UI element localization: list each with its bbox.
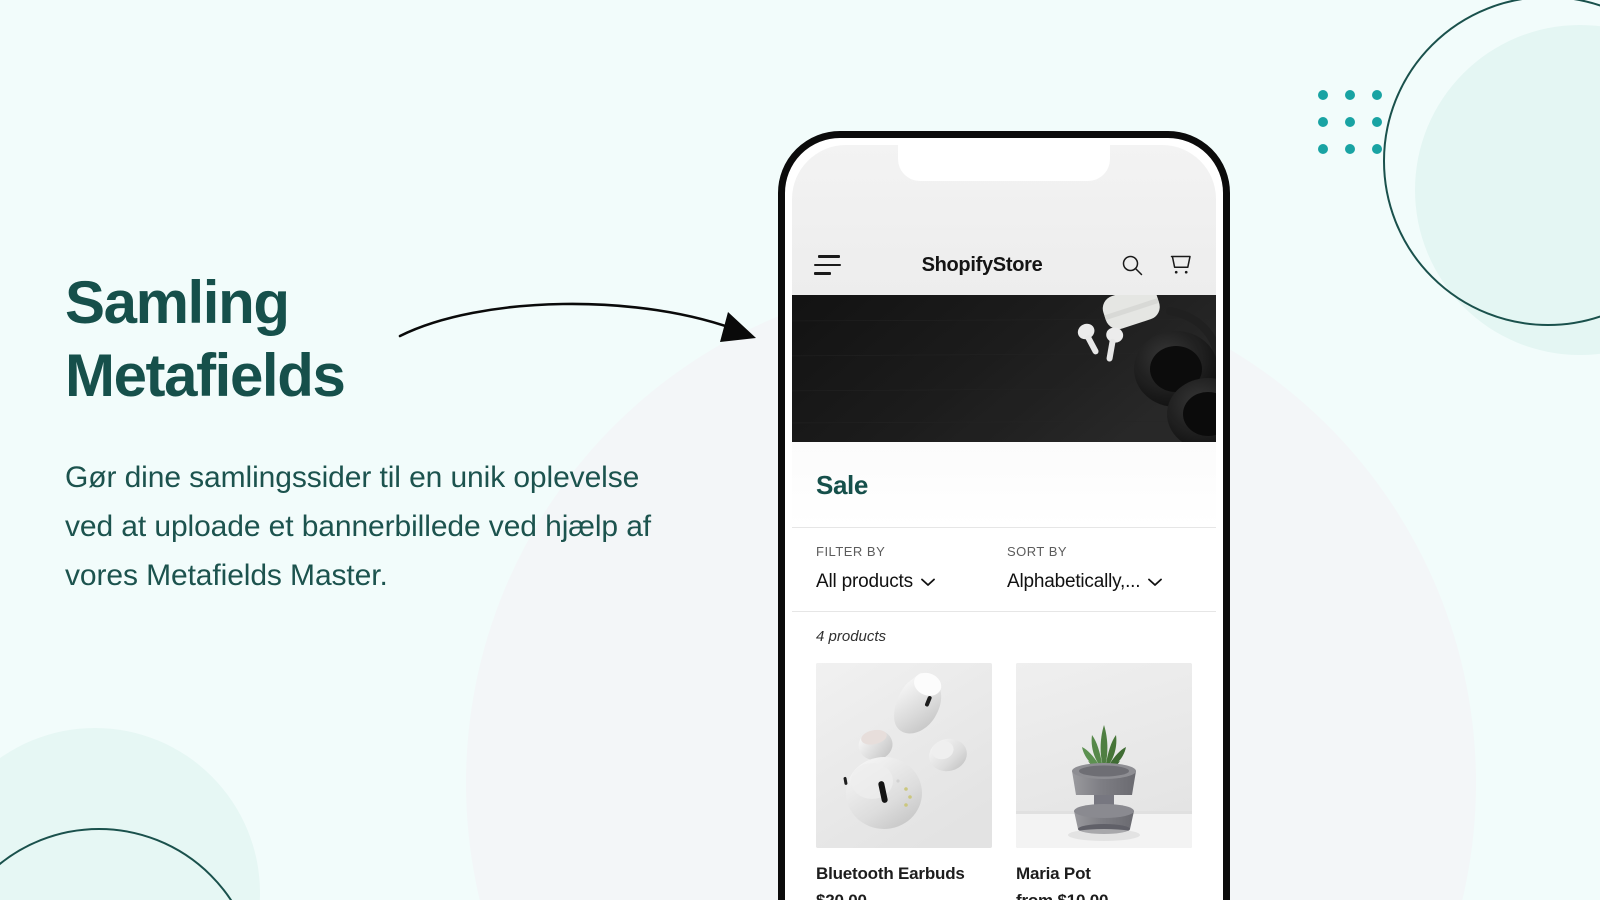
- filter-by-label: FILTER BY: [816, 544, 886, 559]
- page-title: Samling Metafields: [65, 266, 685, 412]
- phone-notch: [898, 145, 1110, 181]
- product-card[interactable]: Bluetooth Earbuds $20.00: [816, 663, 992, 900]
- maria-pot-photo: [1016, 663, 1192, 848]
- filter-by-value: All products: [816, 571, 913, 592]
- product-card[interactable]: Maria Pot from $10.00: [1016, 663, 1192, 900]
- hamburger-line: [814, 263, 841, 267]
- grid-dot: [1345, 144, 1355, 154]
- filter-sort-row: FILTER BY All products SORT BY Alphabeti…: [792, 528, 1216, 612]
- header-icons: [1120, 253, 1194, 277]
- chevron-down-icon: [1148, 578, 1163, 586]
- store-title: ShopifyStore: [921, 253, 1043, 276]
- filter-by-dropdown[interactable]: All products: [816, 571, 1001, 593]
- mint-circle-bottom-left: [0, 728, 260, 900]
- hamburger-line: [818, 255, 840, 258]
- ring-circle-bottom-left: [0, 828, 258, 900]
- phone-notch-bar: [792, 145, 1216, 235]
- product-name: Maria Pot: [1016, 864, 1091, 883]
- sort-by-label: SORT BY: [1007, 544, 1068, 559]
- phone-screen: ShopifyStore Sale FILTER BY All products…: [792, 145, 1216, 900]
- ring-circle-top-right: [1383, 0, 1600, 326]
- collection-banner-image: [792, 295, 1216, 442]
- promo-copy: Samling Metafields Gør dine samlingsside…: [65, 266, 685, 600]
- collection-title: Sale: [816, 470, 868, 500]
- hamburger-icon[interactable]: [814, 255, 844, 275]
- grid-dot: [1318, 144, 1328, 154]
- phone-mockup: ShopifyStore Sale FILTER BY All products…: [778, 131, 1230, 900]
- sort-by-dropdown[interactable]: Alphabetically,...: [1007, 571, 1192, 593]
- filter-by-group: FILTER BY All products: [816, 544, 1001, 593]
- hamburger-line: [814, 272, 831, 275]
- product-name: Bluetooth Earbuds: [816, 864, 965, 883]
- grid-dot: [1372, 90, 1382, 100]
- search-icon[interactable]: [1120, 253, 1144, 277]
- headline-line-2: Metafields: [65, 342, 346, 410]
- promo-description: Gør dine samlingssider til en unik oplev…: [65, 461, 652, 592]
- grid-dot: [1345, 90, 1355, 100]
- collection-title-section: Sale: [792, 442, 1216, 528]
- product-price: $20.00: [816, 891, 992, 900]
- dot-grid-decoration: [1318, 90, 1382, 154]
- grid-dot: [1372, 144, 1382, 154]
- headline-line-1: Samling: [65, 269, 290, 336]
- sort-by-value: Alphabetically,...: [1007, 571, 1141, 592]
- grid-dot: [1318, 90, 1328, 100]
- grid-dot: [1345, 117, 1355, 127]
- store-header: ShopifyStore: [792, 235, 1216, 295]
- product-grid: Bluetooth Earbuds $20.00: [792, 655, 1216, 900]
- cart-icon[interactable]: [1168, 253, 1194, 277]
- grid-dot: [1318, 117, 1328, 127]
- product-price: from $10.00: [1016, 891, 1192, 900]
- mint-circle-top-right: [1415, 25, 1600, 355]
- sort-by-group: SORT BY Alphabetically,...: [1001, 544, 1192, 593]
- chevron-down-icon: [920, 578, 935, 586]
- bluetooth-earbuds-photo: [816, 663, 992, 848]
- grid-dot: [1372, 117, 1382, 127]
- product-count: 4 products: [816, 628, 887, 645]
